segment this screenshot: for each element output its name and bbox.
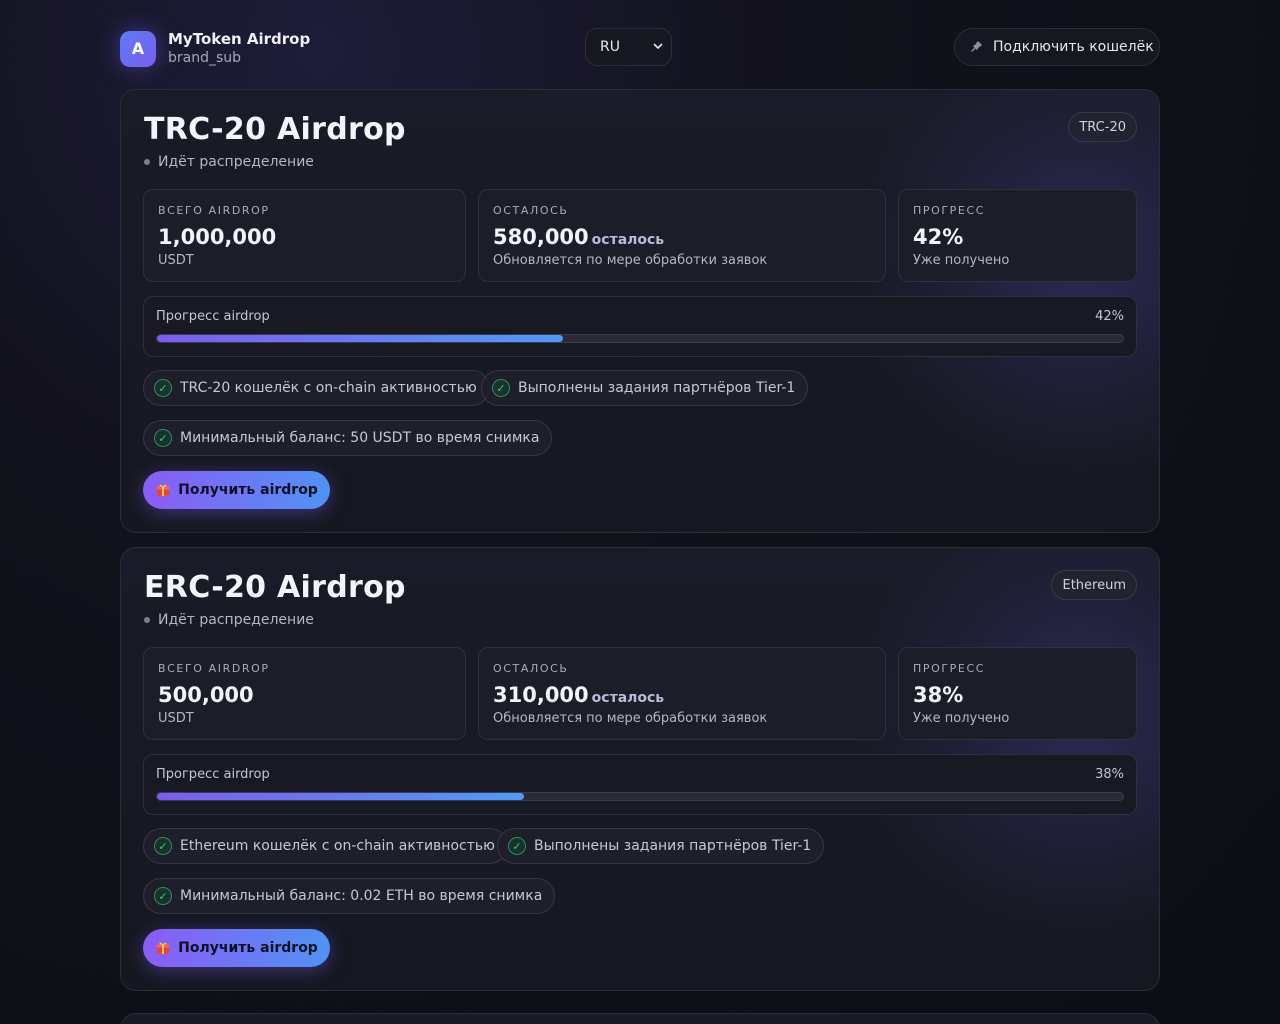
stat-value: 500,000 [158,683,254,707]
plug-icon [971,41,982,52]
language-selected-value: RU [600,39,620,55]
stat-note: Уже получено [913,711,1010,726]
requirement-pill: ✓ Выполнены задания партнёров Tier-1 [481,370,809,406]
stat-value-number: 580,000 [493,225,589,249]
stat-value-suffix: осталось [591,232,665,248]
network-badge: Ethereum [1051,570,1137,600]
requirement-text: Выполнены задания партнёров Tier-1 [518,380,796,396]
airdrop-card: TRC-20 Airdrop TRC-20 Идёт распределение… [120,89,1160,533]
stat-value-number: 310,000 [493,683,589,707]
progress-percent: 38% [1095,767,1124,782]
stat-label: ПРОГРЕСС [913,204,986,217]
stat-value: 310,000 осталось [493,683,871,707]
claim-airdrop-label: Получить airdrop [178,482,318,498]
stat-remaining: ОСТАЛОСЬ 310,000 осталось Обновляется по … [478,647,886,740]
stat-note: USDT [158,253,194,268]
requirement-text: Ethereum кошелёк с on-chain активностью [180,838,495,854]
stat-label: ПРОГРЕСС [913,662,986,675]
stat-value-suffix: осталось [591,690,665,706]
requirement-pill: ✓ TRC-20 кошелёк с on-chain активностью [143,370,490,406]
progress-label: Прогресс airdrop [156,767,270,782]
chevron-down-icon [653,43,663,49]
progress-track [156,334,1124,343]
stat-progress: ПРОГРЕСС 38% Уже получено [898,647,1137,740]
connect-wallet-button[interactable]: Подключить кошелёк [954,28,1160,66]
stat-remaining: ОСТАЛОСЬ 580,000 осталось Обновляется по … [478,189,886,282]
stat-label: ОСТАЛОСЬ [493,662,569,675]
requirement-pill: ✓ Ethereum кошелёк с on-chain активность… [143,828,508,864]
stat-total: ВСЕГО AIRDROP 1,000,000 USDT [143,189,466,282]
check-icon: ✓ [508,837,526,855]
stat-value: 38% [913,683,964,707]
airdrop-card-partial [120,1013,1160,1024]
progress-label: Прогресс airdrop [156,309,270,324]
stat-note: Обновляется по мере обработки заявок [493,253,768,268]
status-indicator: Идёт распределение [144,154,314,170]
requirement-text: Выполнены задания партнёров Tier-1 [534,838,812,854]
brand-name: MyToken Airdrop [168,30,311,48]
progress-percent: 42% [1095,309,1124,324]
requirement-pill: ✓ Минимальный баланс: 0.02 ETH во время … [143,878,556,914]
check-icon: ✓ [154,887,172,905]
airdrop-card: ERC-20 Airdrop Ethereum Идёт распределен… [120,547,1160,991]
stat-note: Уже получено [913,253,1010,268]
header: A MyToken Airdrop brand_sub RU Подключит… [120,28,1160,67]
progress-panel: Прогресс airdrop 38% [143,754,1137,815]
status-text: Идёт распределение [158,612,314,628]
requirement-pill: ✓ Минимальный баланс: 50 USDT во время с… [143,420,553,456]
check-icon: ✓ [154,379,172,397]
requirement-pill: ✓ Выполнены задания партнёров Tier-1 [497,828,825,864]
stat-label: ВСЕГО AIRDROP [158,662,270,675]
stat-value: 42% [913,225,964,249]
network-badge: TRC-20 [1068,112,1137,142]
brand[interactable]: A MyToken Airdrop brand_sub [120,30,310,67]
status-dot [144,617,150,623]
gift-icon [156,942,170,954]
stat-note: Обновляется по мере обработки заявок [493,711,768,726]
progress-fill [157,335,563,342]
brand-logo: A [120,30,156,67]
progress-track [156,792,1124,801]
requirement-text: Минимальный баланс: 50 USDT во время сни… [180,430,540,446]
claim-airdrop-button[interactable]: Получить airdrop [143,471,330,509]
stat-note: USDT [158,711,194,726]
card-title: TRC-20 Airdrop [144,112,406,147]
check-icon: ✓ [154,837,172,855]
check-icon: ✓ [154,429,172,447]
status-dot [144,159,150,165]
brand-text: MyToken Airdrop brand_sub [168,30,310,67]
card-title: ERC-20 Airdrop [144,570,406,605]
claim-airdrop-button[interactable]: Получить airdrop [143,929,330,967]
stat-value: 1,000,000 [158,225,277,249]
language-select[interactable]: RU [585,28,672,66]
stat-total: ВСЕГО AIRDROP 500,000 USDT [143,647,466,740]
check-icon: ✓ [492,379,510,397]
requirement-text: Минимальный баланс: 0.02 ETH во время сн… [180,888,543,904]
stat-progress: ПРОГРЕСС 42% Уже получено [898,189,1137,282]
brand-subtitle: brand_sub [168,50,242,66]
status-indicator: Идёт распределение [144,612,314,628]
connect-wallet-label: Подключить кошелёк [993,39,1154,55]
gift-icon [156,484,170,496]
stat-label: ОСТАЛОСЬ [493,204,569,217]
status-text: Идёт распределение [158,154,314,170]
requirement-text: TRC-20 кошелёк с on-chain активностью [180,380,477,396]
progress-fill [157,793,525,800]
stat-label: ВСЕГО AIRDROP [158,204,270,217]
claim-airdrop-label: Получить airdrop [178,940,318,956]
progress-panel: Прогресс airdrop 42% [143,296,1137,357]
stat-value: 580,000 осталось [493,225,871,249]
